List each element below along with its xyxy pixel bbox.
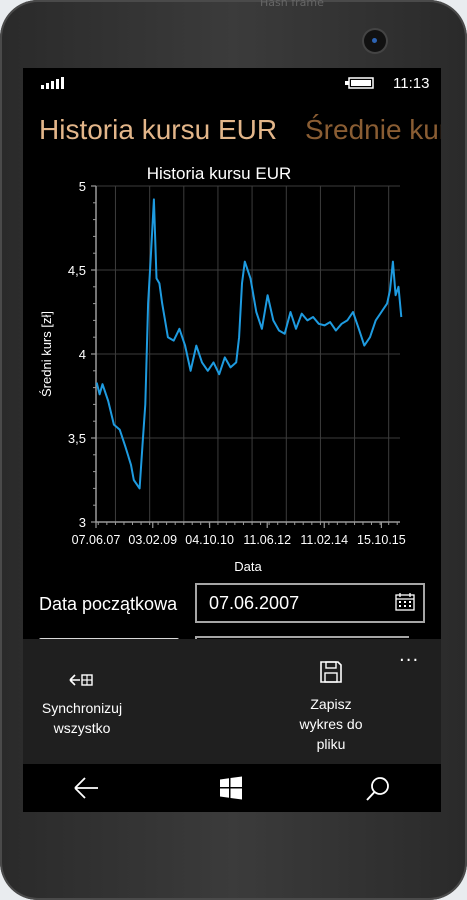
save-label-line2: wykres do xyxy=(299,716,363,732)
nav-bar xyxy=(23,764,441,812)
x-tick-label: 15.10.15 xyxy=(357,533,406,547)
y-tick-label: 5 xyxy=(79,179,86,194)
save-icon xyxy=(320,661,342,683)
sync-all-button[interactable]: Synchronizuj wszystko xyxy=(29,672,135,738)
signal-icon xyxy=(41,77,64,89)
exchange-rate-chart: Historia kursu EUR 3 3,5 4 4,5 5 07.06.07 03.… xyxy=(39,164,406,574)
x-tick-label: 07.06.07 xyxy=(72,533,121,547)
y-tick-label: 4 xyxy=(79,347,86,362)
app-screen: 11:13 Historia kursu EUR Średnie kur His… xyxy=(23,68,441,812)
sync-icon xyxy=(69,674,93,686)
back-arrow-icon[interactable] xyxy=(72,776,100,800)
app-bar: ... Synchronizuj wszystko Zapisz wykres … xyxy=(23,639,441,764)
search-icon[interactable] xyxy=(365,776,391,802)
save-chart-button[interactable]: Zapisz wykres do pliku xyxy=(281,660,381,754)
chart-title: Historia kursu EUR xyxy=(147,164,292,183)
start-date-picker[interactable]: 07.06.2007 xyxy=(195,583,425,623)
x-tick-label: 11.06.12 xyxy=(243,533,291,547)
y-axis-label: Średni kurs [zł] xyxy=(39,311,54,397)
x-axis-label: Data xyxy=(234,559,262,574)
series-line xyxy=(95,198,403,490)
phone-frame: Hash frame 11:13 Historia kursu EUR Śred… xyxy=(0,0,467,900)
y-tick-label: 3,5 xyxy=(68,431,86,446)
x-tick-label: 03.02.09 xyxy=(128,533,177,547)
front-camera xyxy=(364,30,386,52)
battery-charging-icon xyxy=(345,77,374,89)
calendar-icon[interactable] xyxy=(395,593,415,611)
y-tick-label: 3 xyxy=(79,515,86,530)
pivot-tab-averages[interactable]: Średnie kur xyxy=(305,114,441,146)
x-tick-label: 11.02.14 xyxy=(300,533,348,547)
start-date-value: 07.06.2007 xyxy=(209,593,300,613)
x-tick-label: 04.10.10 xyxy=(185,533,234,547)
pivot-tab-history[interactable]: Historia kursu EUR xyxy=(39,114,277,146)
more-options-button[interactable]: ... xyxy=(399,645,419,666)
sync-label-line1: Synchronizuj xyxy=(41,700,123,716)
y-tick-label: 4,5 xyxy=(68,263,86,278)
windows-start-icon[interactable] xyxy=(219,776,243,800)
status-time: 11:13 xyxy=(393,75,430,92)
window-hint: Hash frame xyxy=(260,0,324,9)
start-date-label: Data początkowa xyxy=(39,594,178,614)
save-label-line3: pliku xyxy=(316,736,346,752)
sync-label-line2: wszystko xyxy=(53,720,111,736)
save-label-line1: Zapisz xyxy=(310,696,352,712)
status-bar: 11:13 xyxy=(23,68,441,98)
